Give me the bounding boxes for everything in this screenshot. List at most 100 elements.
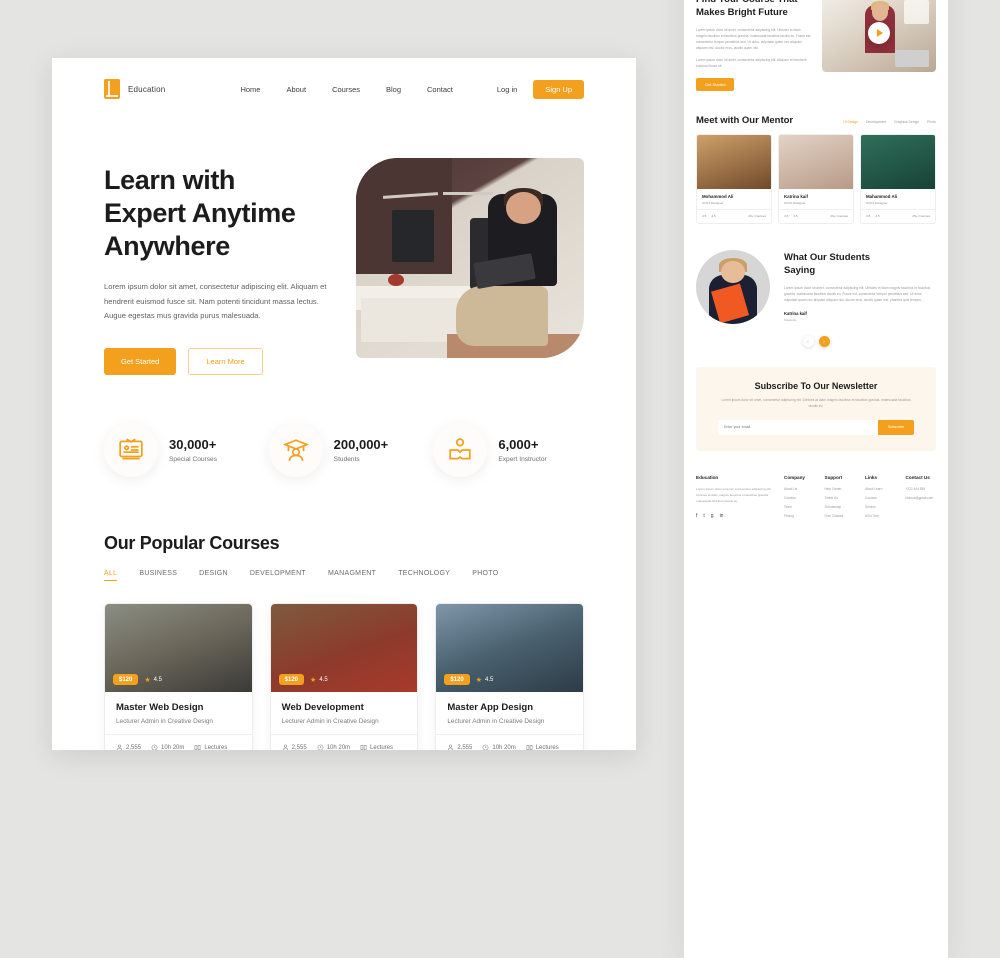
tab-managment[interactable]: MANAGMENT <box>328 570 376 581</box>
lectures-meta: Lectures <box>526 744 559 750</box>
course-thumbnail: $120 ★ 4.5 <box>270 604 418 693</box>
clock-icon <box>151 744 158 750</box>
contact-phone[interactable]: +222 444 555 <box>906 487 937 491</box>
mentor-filter-tabs: UI Design Development Graphics Design Ph… <box>843 120 936 124</box>
course-card[interactable]: $120 ★ 4.5 Master Web Design Lecturer Adm… <box>104 603 253 750</box>
students-meta: 2,555 <box>282 744 307 750</box>
testimonial-paragraph: Lorem ipsum dolor sit amet, consectetur … <box>784 285 931 303</box>
newsletter-subscribe-button[interactable]: Subscribe <box>878 419 914 435</box>
nav-item-about[interactable]: About <box>286 85 306 94</box>
course-subtitle: Lecturer Admin in Creative Design <box>116 718 213 726</box>
footer-link[interactable]: Free Classes <box>825 514 856 518</box>
star-icon: ★ <box>144 676 151 684</box>
tab-all[interactable]: ALL <box>104 570 118 582</box>
footer-link[interactable]: Courses <box>865 496 896 500</box>
newsletter-email-input[interactable] <box>718 419 879 435</box>
footer-link[interactable]: About Us <box>784 487 815 491</box>
hero-image <box>356 158 584 358</box>
course-card[interactable]: $120 ★ 4.5 Web Development Lecturer Admin… <box>269 603 419 750</box>
star-icon: ★ <box>475 676 482 684</box>
course-price-badge: $120 <box>278 674 305 686</box>
signup-button[interactable]: Sign Up <box>533 79 584 99</box>
user-icon <box>448 744 454 750</box>
mentor-rating: 4.5 <box>875 214 880 219</box>
brand-name: Education <box>128 84 166 94</box>
course-title: Web Development <box>281 702 364 714</box>
find-course-title-line-1: Find Your Course That <box>696 0 812 7</box>
mentor-card[interactable]: Mohammod Ali UI/UX Designer 4.5 4.5 20+ Cou… <box>696 134 772 225</box>
footer-column-heading: Links <box>865 474 877 480</box>
footer-link[interactable]: Scholarship <box>825 505 856 509</box>
stat-item: 6,000+ Expert Instructor <box>433 423 584 478</box>
students-meta: 2,555 <box>447 744 472 750</box>
mentor-tab-photo[interactable]: Photo <box>927 120 936 124</box>
tab-technology[interactable]: TECHNOLOGY <box>398 570 450 581</box>
footer-link[interactable]: Help Center <box>825 487 856 491</box>
mentor-name: Katrina kaif <box>784 194 808 200</box>
hero-section: Learn with Expert Anytime Anywhere Lorem… <box>52 120 636 376</box>
nav-item-blog[interactable]: Blog <box>386 85 401 94</box>
duration-meta: 10h 20m <box>317 744 350 750</box>
stat-label: Expert Instructor <box>498 456 547 464</box>
newsletter-title: Subscribe To Our Newsletter <box>754 381 878 392</box>
find-course-title: Find Your Course That Makes Bright Futur… <box>696 0 812 20</box>
testimonial-title: What Our Students Saying <box>784 252 936 278</box>
nav-item-courses[interactable]: Courses <box>332 85 360 94</box>
nav-actions: Log in Sign Up <box>497 79 584 99</box>
stat-value: 200,000+ <box>333 437 389 453</box>
mentor-photo <box>861 135 935 190</box>
footer-column-links: Links About Learn Courses Service All in… <box>865 475 896 523</box>
course-subtitle: Lecturer Admin in Creative Design <box>447 718 545 726</box>
linkedin-icon[interactable]: in <box>720 513 724 519</box>
mentor-students: 4.5 <box>702 214 707 219</box>
course-card[interactable]: $120 ★ 4.5 Master App Design Lecturer Adm… <box>435 603 585 750</box>
tab-development[interactable]: DEVELOPMENT <box>250 570 306 581</box>
course-card-list: $120 ★ 4.5 Master Web Design Lecturer Adm… <box>52 581 636 750</box>
brand-logo[interactable]: Education <box>104 79 165 99</box>
tab-design[interactable]: DESIGN <box>199 570 228 581</box>
twitter-icon[interactable]: t <box>703 513 704 519</box>
course-title: Master Web Design <box>116 702 204 714</box>
instructor-icon <box>433 423 488 478</box>
hero-paragraph: Lorem ipsum dolor sit amet, consectetur … <box>104 281 327 321</box>
facebook-icon[interactable]: f <box>696 513 697 519</box>
book-icon <box>104 79 120 99</box>
login-link[interactable]: Log in <box>497 85 517 94</box>
globe-icon[interactable]: g <box>711 513 714 519</box>
carousel-prev-button[interactable]: ‹ <box>802 336 814 348</box>
footer-link[interactable]: Tweet Us <box>825 496 856 500</box>
user-icon <box>116 744 123 750</box>
get-started-button[interactable]: Get Started <box>104 348 177 376</box>
main-navbar: Education Home About Courses Blog Contac… <box>52 58 636 120</box>
mentor-card-list: Mohammod Ali UI/UX Designer 4.5 4.5 20+ Cou… <box>696 134 936 225</box>
find-course-video-thumbnail[interactable] <box>822 0 936 72</box>
find-course-cta-button[interactable]: Get Started <box>696 78 735 92</box>
mentor-card[interactable]: Katrina kaif UI/UX Designer 4.5 4.5 20+ Cou… <box>778 134 854 225</box>
lectures-meta: Lectures <box>194 744 227 750</box>
contact-email[interactable]: linkous@gmail.com <box>906 496 937 500</box>
students-meta: 2,555 <box>116 744 141 750</box>
newsletter-form: Subscribe <box>718 419 914 435</box>
tab-business[interactable]: BUSINESS <box>139 570 177 581</box>
nav-item-home[interactable]: Home <box>240 85 260 94</box>
mentor-card[interactable]: Mahammod Ali UI/UX Designer 4.5 4.5 25+ Cou… <box>860 134 936 225</box>
mentor-name: Mahammod Ali <box>866 194 898 200</box>
mentor-students: 4.5 <box>866 214 871 219</box>
stat-label: Special Courses <box>169 456 218 464</box>
mentor-tab-development[interactable]: Development <box>866 120 886 124</box>
play-button-icon[interactable] <box>868 22 890 44</box>
carousel-next-button[interactable]: › <box>818 336 830 348</box>
newsletter-paragraph: Lorem ipsum dolor sit amet, consectetur … <box>721 398 911 409</box>
mentor-tab-ui-design[interactable]: UI Design <box>843 120 858 124</box>
mentor-tab-graphics-design[interactable]: Graphics Design <box>894 120 919 124</box>
footer-link[interactable]: Service <box>865 505 896 509</box>
footer-link[interactable]: Pricing <box>784 514 815 518</box>
footer-link[interactable]: About Learn <box>865 487 896 491</box>
footer-link[interactable]: Courses <box>784 496 815 500</box>
nav-item-contact[interactable]: Contact <box>427 85 453 94</box>
tab-photo[interactable]: PHOTO <box>472 570 498 581</box>
find-course-paragraph-2: Lorem ipsum dolor sit amet, consectetur … <box>696 58 807 69</box>
learn-more-button[interactable]: Learn More <box>188 348 263 376</box>
footer-link[interactable]: All in One <box>865 514 896 518</box>
footer-link[interactable]: Team <box>784 505 815 509</box>
